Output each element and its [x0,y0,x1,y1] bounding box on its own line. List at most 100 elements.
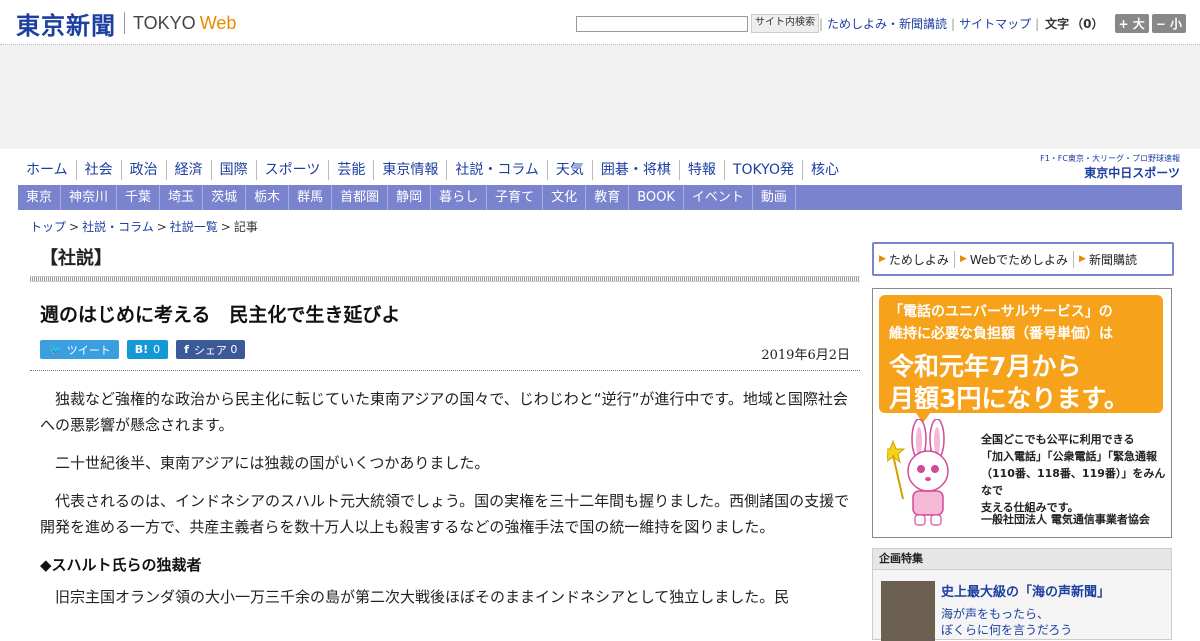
logo-web: Web [199,12,237,33]
tool-divider: | [818,16,824,31]
nav-go-shogi[interactable]: 囲碁・将棋 [593,160,680,180]
font-size-label: 文字 [1045,17,1070,31]
nav-region-gunma[interactable]: 群馬 [289,185,333,210]
ad-description-line: 「加入電話」「公衆電話」「緊急通報 [981,450,1157,463]
nav-special-report[interactable]: 特報 [680,160,725,180]
logo-divider [124,12,125,34]
arrow-right-icon: ▶ [959,254,967,264]
nav-tokyo-hatsu[interactable]: TOKYO発 [725,160,803,180]
breadcrumb-editorial-list[interactable]: 社説一覧 [170,220,218,234]
nav-region-kanagawa[interactable]: 神奈川 [61,185,118,210]
nav-culture[interactable]: 文化 [543,185,587,210]
nav-society[interactable]: 社会 [77,160,122,180]
site-header: 東京新聞 TOKYO Web サイト内検索 | ためしよみ・新聞講読 | サイト… [0,0,1200,45]
facebook-share-button[interactable]: f シェア 0 [176,340,246,359]
nav-tokyo-info[interactable]: 東京情報 [374,160,448,180]
nav-sports[interactable]: スポーツ [257,160,330,180]
nav-book[interactable]: BOOK [629,185,684,210]
arrow-right-icon: ▶ [879,254,886,264]
font-size-count: （0） [1071,17,1104,31]
nav-living[interactable]: 暮らし [431,185,488,210]
ad-headline-main: 令和元年7月から [889,352,1082,381]
nav-region-tochigi[interactable]: 栃木 [246,185,290,210]
nav-region-shizuoka[interactable]: 静岡 [388,185,432,210]
regional-nav: 東京 神奈川 千葉 埼玉 茨城 栃木 群馬 首都圏 静岡 暮らし 子育て 文化 … [18,185,1182,210]
article-date: 2019年6月2日 [761,348,850,363]
nav-editorial-column[interactable]: 社説・コラム [447,160,548,180]
nav-parenting[interactable]: 子育て [487,185,544,210]
nav-kakushin[interactable]: 核心 [803,160,847,180]
nav-weather[interactable]: 天気 [548,160,593,180]
tool-divider: | [1035,16,1040,31]
font-larger-button[interactable]: + 大 [1114,14,1149,33]
facebook-share-label: シェア [193,343,227,357]
link-subscribe-label: 新聞購読 [1088,252,1137,267]
link-sitemap[interactable]: サイトマップ [959,15,1031,32]
breadcrumb-separator: > [156,220,167,234]
article-paragraph: 二十世紀後半、東南アジアには独裁の国がいくつかありました。 [55,454,490,472]
tweet-label: ツイート [66,343,111,357]
ad-description-line: 全国どこでも公平に利用できる [981,433,1135,446]
primary-nav: ホーム 社会 政治 経済 国際 スポーツ 芸能 東京情報 社説・コラム 天気 囲… [18,160,847,180]
nav-event[interactable]: イベント [684,185,753,210]
top-tools: サイト内検索 | ためしよみ・新聞講読 | サイトマップ | 文字 （0） + … [575,14,1186,33]
search-input[interactable] [575,15,748,32]
ad-universal-service[interactable]: 「電話のユニバーサルサービス」の 維持に必要な負担額（番号単価）は 令和元年7月… [872,288,1172,538]
chunichi-title: 東京中日スポーツ [1084,166,1180,180]
breadcrumb-editorial-column[interactable]: 社説・コラム [82,220,154,234]
arrow-right-icon: ▶ [1079,254,1086,264]
special-feature-text: 海が声をもったら、 [941,607,1050,621]
tweet-button[interactable]: 🐦 ツイート [40,340,119,359]
ad-organization: 一般社団法人 電気通信事業者協会 [981,513,1150,526]
breadcrumb-current: 記事 [233,220,258,234]
ad-description: 全国どこでも公平に利用できる 「加入電話」「公衆電話」「緊急通報 （110番、1… [981,431,1171,516]
nav-economy[interactable]: 経済 [167,160,212,180]
section-divider [30,276,860,282]
breadcrumb-separator: > [220,220,231,234]
nav-region-saitama[interactable]: 埼玉 [160,185,204,210]
nav-politics[interactable]: 政治 [122,160,167,180]
nav-home[interactable]: ホーム [18,160,77,180]
nav-video[interactable]: 動画 [753,185,796,210]
special-feature-heading: 企画特集 [873,549,1171,570]
link-web-trial-reading-label: Webでためしよみ [969,252,1069,267]
chunichi-sports-link[interactable]: F1・FC東京・大リーグ・プロ野球速報 東京中日スポーツ [1020,153,1180,181]
ad-headline-line: 維持に必要な負担額（番号単価）は [889,326,1113,342]
link-subscribe[interactable]: ▶ 新聞購読 [1074,251,1142,268]
article-body: 独裁など強権的な政治から民主化に転じていた東南アジアの国々で、じわじわと“逆行”… [40,386,860,622]
section-label: 【社説】 [40,248,112,269]
nav-international[interactable]: 国際 [212,160,257,180]
ad-banner-area [0,45,1200,149]
hatena-bookmark-button[interactable]: B! 0 [126,340,169,359]
link-trial-reading[interactable]: ▶ ためしよみ [874,250,955,268]
article-title: 週のはじめに考える 民主化で生き延びよ [40,304,401,326]
special-feature-title[interactable]: 史上最大級の「海の声新聞」 [941,581,1110,600]
breadcrumb-top[interactable]: トップ [30,220,66,234]
article-subheading: ◆スハルト氏らの独裁者 [40,556,202,574]
facebook-share-count: 0 [230,343,238,356]
nav-region-shutoken[interactable]: 首都圏 [332,185,389,210]
share-buttons: 🐦 ツイート B! 0 f シェア 0 [40,340,253,359]
facebook-icon: f [184,343,189,356]
article-paragraph: 旧宗主国オランダ領の大小一万三千余の島が第二次大戦後ほぼそのままインドネシアとし… [55,588,790,606]
nav-region-ibaraki[interactable]: 茨城 [203,185,247,210]
ad-headline-line: 「電話のユニバーサルサービス」の [889,304,1113,320]
nav-entertainment[interactable]: 芸能 [329,160,375,180]
rabbit-mascot-icon [887,419,949,526]
article-paragraph: 代表されるのは、インドネシアのスハルト元大統領でしょう。国の実権を三十二年間も握… [40,492,850,536]
special-feature-box: 企画特集 史上最大級の「海の声新聞」 海が声をもったら、 ぼくらに何を言うだろう [872,548,1172,641]
article-paragraph: 独裁など強権的な政治から民主化に転じていた東南アジアの国々で、じわじわと“逆行”… [40,390,848,434]
breadcrumb: トップ > 社説・コラム > 社説一覧 > 記事 [30,218,258,235]
link-web-trial-reading[interactable]: ▶ Webでためしよみ [955,250,1075,268]
nav-region-tokyo[interactable]: 東京 [18,185,62,210]
nav-region-chiba[interactable]: 千葉 [117,185,161,210]
font-smaller-button[interactable]: − 小 [1151,14,1186,33]
search-button[interactable]: サイト内検索 [750,14,819,33]
hatena-bookmark-icon: B! [134,343,149,356]
special-feature-thumbnail[interactable] [881,581,935,641]
logo-english: TOKYO [133,12,196,33]
subscription-links: ▶ ためしよみ ▶ Webでためしよみ ▶ 新聞購読 [872,242,1174,276]
link-trial-subscribe[interactable]: ためしよみ・新聞講読 [827,15,947,32]
site-logo[interactable]: 東京新聞 TOKYO Web [16,8,237,40]
nav-education[interactable]: 教育 [586,185,630,210]
